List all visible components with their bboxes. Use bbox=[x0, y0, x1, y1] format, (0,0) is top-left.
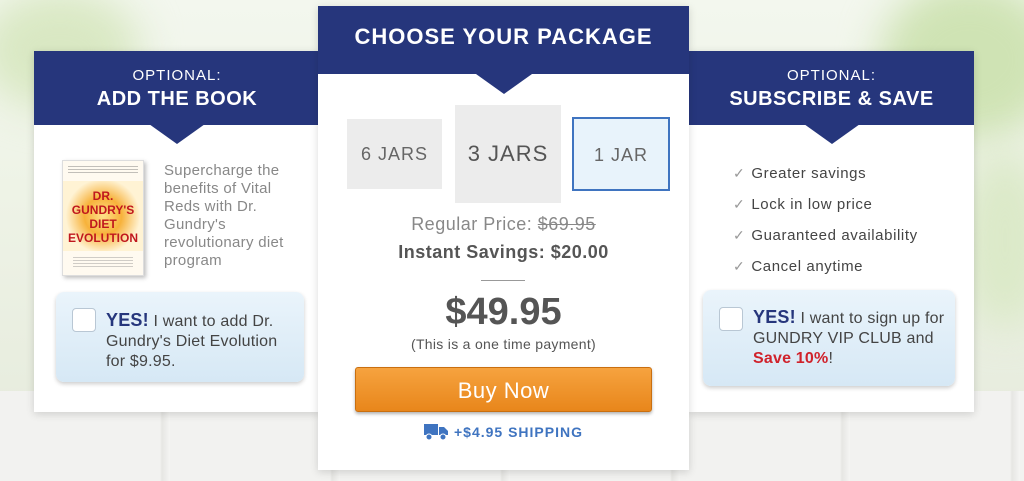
subscribe-offer[interactable]: YES! I want to sign up for GUNDRY VIP CL… bbox=[703, 290, 955, 386]
benefit-item: ✓ Cancel anytime bbox=[733, 258, 918, 289]
regular-price-value: $69.95 bbox=[537, 214, 596, 234]
book-cover-image: DR. GUNDRY'S DIET EVOLUTION bbox=[62, 160, 144, 276]
package-3-jars[interactable]: 3 JARS bbox=[455, 105, 561, 203]
benefit-text: Lock in low price bbox=[751, 196, 873, 213]
optional-label: OPTIONAL: bbox=[786, 67, 877, 84]
subscribe-offer-text: YES! I want to sign up for GUNDRY VIP CL… bbox=[753, 307, 948, 369]
check-icon: ✓ bbox=[733, 196, 746, 212]
check-icon: ✓ bbox=[733, 227, 746, 243]
divider bbox=[481, 280, 525, 281]
check-icon: ✓ bbox=[733, 258, 746, 274]
shipping-info: +$4.95 SHIPPING bbox=[318, 423, 689, 441]
subscribe-title: SUBSCRIBE & SAVE bbox=[729, 88, 934, 110]
truck-icon bbox=[423, 424, 448, 441]
subscribe-card: OPTIONAL: SUBSCRIBE & SAVE ✓ Greater savi… bbox=[689, 51, 974, 412]
benefit-item: ✓ Lock in low price bbox=[733, 196, 918, 227]
book-description: Supercharge the benefits of Vital Reds w… bbox=[164, 162, 284, 269]
add-book-header: OPTIONAL: ADD THE BOOK bbox=[34, 51, 320, 125]
regular-price: Regular Price: $69.95 bbox=[318, 214, 689, 235]
optional-label: OPTIONAL: bbox=[132, 67, 222, 84]
yes-label: YES! bbox=[106, 310, 149, 330]
benefit-text: Cancel anytime bbox=[751, 258, 864, 275]
check-icon: ✓ bbox=[733, 165, 746, 181]
price: $49.95 bbox=[445, 291, 562, 333]
buy-now-button[interactable]: Buy Now bbox=[355, 367, 652, 412]
benefits-list: ✓ Greater savings ✓ Lock in low price ✓ Gua… bbox=[733, 165, 918, 289]
subscribe-offer-end: ! bbox=[828, 350, 834, 367]
benefit-item: ✓ Greater savings bbox=[733, 165, 918, 196]
benefit-text: Guaranteed availability bbox=[751, 227, 918, 244]
add-book-offer[interactable]: YES! I want to add Dr. Gundry's Diet Evo… bbox=[56, 292, 304, 382]
price-note: (This is a one time payment) bbox=[410, 336, 597, 352]
add-book-offer-text: YES! I want to add Dr. Gundry's Diet Evo… bbox=[106, 310, 296, 372]
instant-savings: Instant Savings: $20.00 bbox=[398, 242, 609, 262]
add-book-checkbox[interactable] bbox=[72, 308, 96, 332]
add-book-title: ADD THE BOOK bbox=[96, 88, 258, 110]
choose-package-header: CHOOSE YOUR PACKAGE bbox=[318, 6, 689, 74]
book-cover-title: DR. GUNDRY'S DIET EVOLUTION bbox=[67, 189, 138, 245]
package-1-jar[interactable]: 1 JAR bbox=[572, 117, 670, 191]
choose-package-card: CHOOSE YOUR PACKAGE 6 JARS 3 JARS 1 JAR … bbox=[318, 6, 689, 470]
choose-package-title: CHOOSE YOUR PACKAGE bbox=[354, 24, 653, 49]
subscribe-header: OPTIONAL: SUBSCRIBE & SAVE bbox=[689, 51, 974, 125]
yes-label: YES! bbox=[753, 307, 796, 327]
add-book-card: OPTIONAL: ADD THE BOOK DR. GUNDRY'S DIET… bbox=[34, 51, 320, 412]
subscribe-checkbox[interactable] bbox=[719, 307, 743, 331]
benefit-text: Greater savings bbox=[751, 165, 867, 182]
benefit-item: ✓ Guaranteed availability bbox=[733, 227, 918, 258]
regular-price-label: Regular Price: bbox=[411, 214, 538, 234]
package-6-jars[interactable]: 6 JARS bbox=[347, 119, 442, 189]
save-percent: Save 10% bbox=[753, 350, 829, 367]
shipping-text: +$4.95 SHIPPING bbox=[453, 424, 583, 440]
